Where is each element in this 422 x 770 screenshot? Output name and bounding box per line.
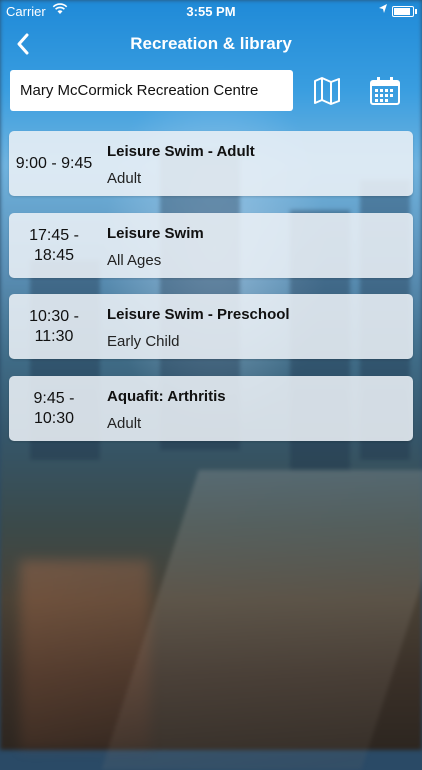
navigation-bar: Recreation & library xyxy=(0,22,422,66)
location-arrow-icon xyxy=(378,3,388,18)
calendar-icon xyxy=(370,77,400,105)
session-item[interactable]: 9:00 - 9:45 Leisure Swim - Adult Adult xyxy=(9,131,413,196)
session-item[interactable]: 10:30 - 11:30 Leisure Swim - Preschool E… xyxy=(9,294,413,359)
map-icon xyxy=(314,77,340,105)
battery-icon xyxy=(392,6,417,17)
calendar-button[interactable] xyxy=(365,72,405,110)
session-category: Early Child xyxy=(107,333,180,350)
session-name: Leisure Swim - Adult xyxy=(107,143,255,160)
page-title: Recreation & library xyxy=(130,34,292,53)
session-name: Leisure Swim xyxy=(107,225,204,242)
session-time: 9:45 - 10:30 xyxy=(33,389,75,427)
status-bar: Carrier 3:55 PM xyxy=(0,0,422,22)
chevron-left-icon xyxy=(17,33,29,55)
back-button[interactable] xyxy=(10,31,36,57)
session-category: Adult xyxy=(107,415,142,432)
session-category: Adult xyxy=(107,170,142,187)
session-item[interactable]: 9:45 - 10:30 Aquafit: Arthritis Adult xyxy=(9,376,413,441)
session-name: Leisure Swim - Preschool xyxy=(107,306,290,323)
session-category: All Ages xyxy=(107,252,162,269)
session-item[interactable]: 17:45 - 18:45 Leisure Swim All Ages xyxy=(9,213,413,278)
background-image xyxy=(0,0,422,770)
session-time: 10:30 - 11:30 xyxy=(29,307,79,345)
status-time: 3:55 PM xyxy=(186,4,236,19)
facility-search-input[interactable] xyxy=(10,70,293,111)
session-time: 17:45 - 18:45 xyxy=(29,226,79,264)
session-time: 9:00 - 9:45 xyxy=(15,154,93,172)
map-button[interactable] xyxy=(307,72,347,110)
session-name: Aquafit: Arthritis xyxy=(107,388,226,405)
